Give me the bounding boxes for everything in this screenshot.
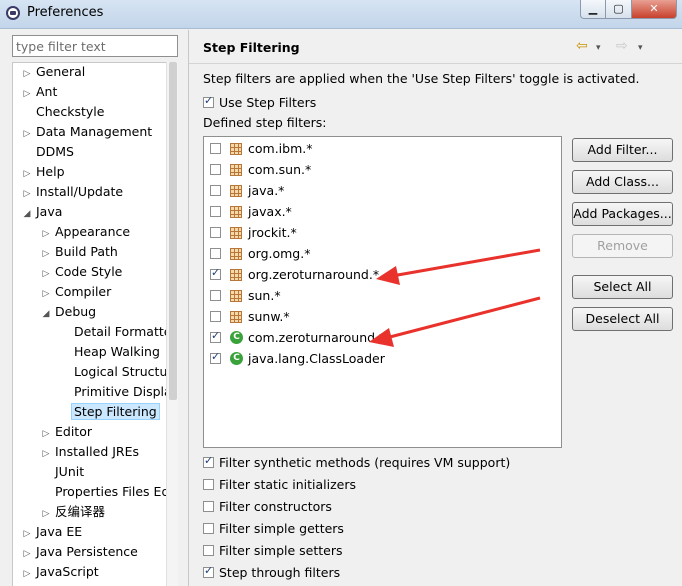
arrow-to-org-zeroturnaround [376, 248, 541, 285]
arrow-to-com-zeroturnaround [369, 296, 541, 347]
annotation-arrows [369, 248, 541, 347]
